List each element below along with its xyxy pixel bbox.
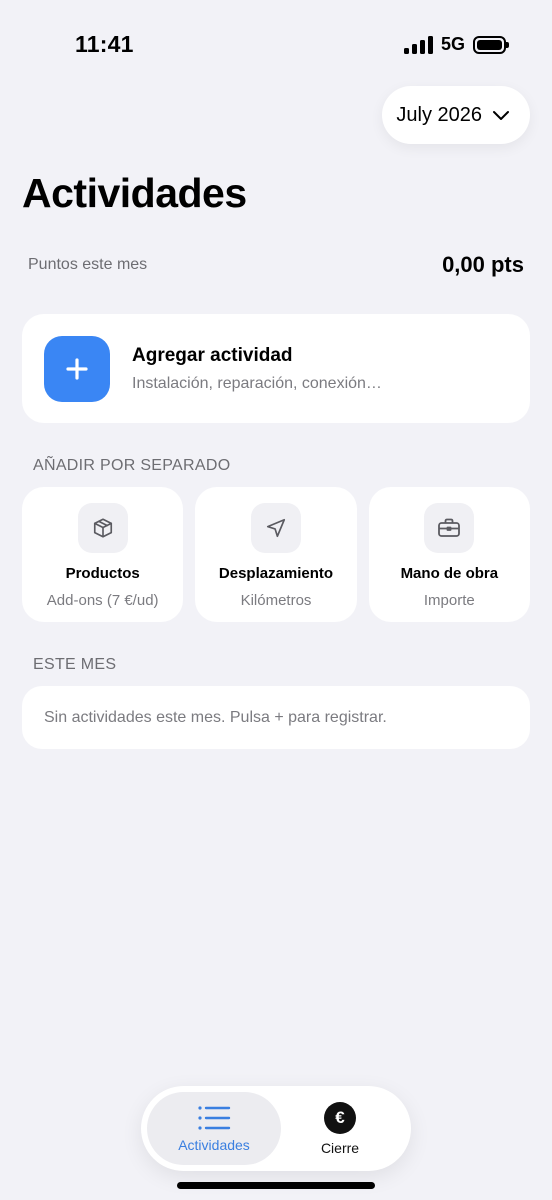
points-label: Puntos este mes [28,256,148,273]
tab-cierre[interactable]: € Cierre [281,1092,399,1165]
add-activity-button[interactable] [44,335,110,402]
tile-subtitle: Kilómetros [240,592,312,609]
euro-icon: € [324,1101,356,1134]
tile-desplazamiento[interactable]: Desplazamiento Kilómetros [195,487,357,622]
tile-productos[interactable]: Productos Add-ons (7 €/ud) [22,487,184,622]
list-icon [198,1105,231,1130]
tile-title: Desplazamiento [218,565,334,582]
month-label: July 2026 [396,103,482,126]
tile-title: Productos [65,565,140,582]
add-activity-card[interactable]: Agregar actividad Instalación, reparació… [22,314,530,423]
month-picker-button[interactable]: July 2026 [382,86,530,144]
tab-actividades[interactable]: Actividades [147,1092,281,1165]
status-indicators: 5G [403,34,509,55]
tab-bar: Actividades € Cierre [141,1086,411,1171]
status-bar: 11:41 5G [0,0,552,90]
tile-icon-wrap [77,503,128,553]
plus-icon [66,357,88,380]
tile-mano-de-obra[interactable]: Mano de obra Importe [368,487,530,622]
briefcase-icon [438,518,461,537]
empty-state-text: Sin actividades este mes. Pulsa + para r… [44,708,387,726]
section-header-separate: AÑADIR POR SEPARADO [33,457,231,474]
signal-icon [403,35,433,54]
separate-tiles: Productos Add-ons (7 €/ud) Desplazamient… [22,487,530,622]
add-activity-text: Agregar actividad Instalación, reparació… [132,345,382,393]
box-icon [93,518,112,538]
points-value: 0,00 pts [442,252,524,277]
tile-icon-wrap [250,503,301,553]
points-row: Puntos este mes 0,00 pts [28,252,524,278]
add-activity-subtitle: Instalación, reparación, conexión… [132,374,382,392]
page-title: Actividades [22,170,247,216]
section-header-this-month: ESTE MES [33,656,117,673]
location-arrow-icon [266,518,286,538]
screen: 11:41 5G July 2026 Actividades Puntos es… [0,0,552,1200]
tile-subtitle: Add-ons (7 €/ud) [46,592,159,609]
chevron-down-icon [493,110,509,120]
tile-subtitle: Importe [423,592,475,609]
status-time: 11:41 [75,31,134,57]
home-indicator [177,1182,375,1189]
tab-label: Cierre [320,1139,360,1156]
add-activity-title: Agregar actividad [132,344,293,366]
tile-icon-wrap [424,503,475,553]
empty-activities-card: Sin actividades este mes. Pulsa + para r… [22,686,530,749]
tile-title: Mano de obra [400,565,499,582]
tab-label: Actividades [178,1136,250,1153]
battery-icon [473,35,509,54]
network-label: 5G [440,34,465,54]
